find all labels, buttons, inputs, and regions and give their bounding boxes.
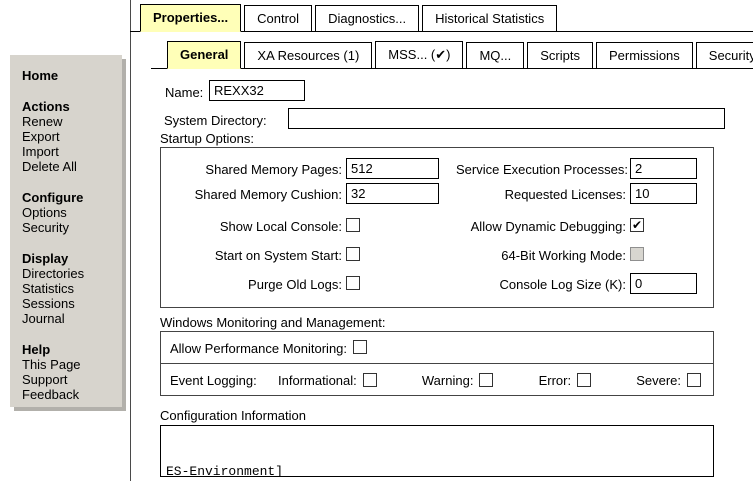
service-execution-processes-input[interactable]	[630, 158, 697, 179]
sidebar-item-statistics[interactable]: Statistics	[22, 281, 118, 296]
secondary-tab-strip: General XA Resources (1) MSS... (✔) MQ..…	[151, 41, 753, 69]
event-logging-warning: Warning:	[422, 373, 494, 388]
monitoring-group: Allow Performance Monitoring: Event Logg…	[160, 331, 714, 396]
sidebar-item-options[interactable]: Options	[22, 205, 118, 220]
shared-memory-pages-input[interactable]	[346, 158, 439, 179]
system-directory-input[interactable]	[288, 108, 725, 129]
tab-diagnostics[interactable]: Diagnostics...	[315, 5, 419, 31]
allow-dynamic-debugging-label: Allow Dynamic Debugging:	[456, 219, 626, 234]
sidebar-item-support[interactable]: Support	[22, 372, 118, 387]
shared-memory-cushion-label: Shared Memory Cushion:	[161, 187, 342, 202]
event-logging-label: Event Logging:	[170, 373, 257, 388]
config-line-1: ES-Environment]	[166, 463, 708, 477]
configuration-information-title: Configuration Information	[160, 408, 306, 423]
sidebar-header-configure: Configure	[22, 190, 118, 205]
startup-options-group: Shared Memory Pages: Service Execution P…	[160, 147, 714, 308]
sidebar-item-delete-all[interactable]: Delete All	[22, 159, 118, 174]
startup-options-title: Startup Options:	[160, 131, 254, 146]
tab-properties[interactable]: Properties...	[140, 4, 241, 32]
tab-historical-statistics[interactable]: Historical Statistics	[422, 5, 557, 31]
tab-scripts[interactable]: Scripts	[527, 42, 593, 68]
service-execution-processes-label: Service Execution Processes:	[456, 162, 626, 177]
sidebar-item-security[interactable]: Security	[22, 220, 118, 235]
event-logging-informational: Informational:	[278, 373, 377, 388]
show-local-console-label: Show Local Console:	[161, 219, 342, 234]
severe-checkbox[interactable]	[687, 373, 701, 387]
tab-security[interactable]: Security	[696, 42, 753, 68]
sidebar: Home Actions Renew Export Import Delete …	[10, 55, 122, 407]
sidebar-item-renew[interactable]: Renew	[22, 114, 118, 129]
requested-licenses-input[interactable]	[630, 183, 697, 204]
sidebar-item-directories[interactable]: Directories	[22, 266, 118, 281]
name-label: Name:	[165, 85, 203, 100]
start-on-system-start-checkbox[interactable]	[346, 247, 360, 261]
sidebar-item-export[interactable]: Export	[22, 129, 118, 144]
monitoring-row-divider	[161, 363, 713, 364]
allow-performance-monitoring-label: Allow Performance Monitoring:	[170, 341, 347, 356]
system-directory-label: System Directory:	[164, 113, 267, 128]
monitoring-title: Windows Monitoring and Management:	[160, 315, 385, 330]
console-log-size-input[interactable]	[630, 273, 697, 294]
tab-mss[interactable]: MSS... (✔)	[375, 41, 463, 68]
warning-label: Warning:	[422, 373, 474, 388]
sidebar-item-journal[interactable]: Journal	[22, 311, 118, 326]
error-label: Error:	[539, 373, 572, 388]
requested-licenses-label: Requested Licenses:	[456, 187, 626, 202]
primary-tab-strip: Properties... Control Diagnostics... His…	[130, 4, 753, 32]
sidebar-item-import[interactable]: Import	[22, 144, 118, 159]
content-left-border	[130, 0, 131, 481]
tab-mq[interactable]: MQ...	[466, 42, 524, 68]
64-bit-working-mode-checkbox	[630, 247, 644, 261]
severe-label: Severe:	[636, 373, 681, 388]
tab-permissions[interactable]: Permissions	[596, 42, 693, 68]
configuration-information-textarea[interactable]: ES-Environment] MFTRACE_CONFIG=C:\Users\…	[160, 425, 714, 477]
warning-checkbox[interactable]	[479, 373, 493, 387]
shared-memory-pages-label: Shared Memory Pages:	[161, 162, 342, 177]
allow-dynamic-debugging-checkbox[interactable]: ✔	[630, 218, 644, 232]
start-on-system-start-label: Start on System Start:	[161, 248, 342, 263]
informational-label: Informational:	[278, 373, 357, 388]
purge-old-logs-checkbox[interactable]	[346, 276, 360, 290]
sidebar-header-help: Help	[22, 342, 118, 357]
sidebar-header-actions: Actions	[22, 99, 118, 114]
event-logging-error: Error:	[539, 373, 592, 388]
allow-performance-monitoring-checkbox[interactable]	[353, 340, 367, 354]
name-input[interactable]	[209, 80, 305, 101]
informational-checkbox[interactable]	[363, 373, 377, 387]
shared-memory-cushion-input[interactable]	[346, 183, 439, 204]
sidebar-item-feedback[interactable]: Feedback	[22, 387, 118, 402]
tab-general[interactable]: General	[167, 41, 241, 69]
error-checkbox[interactable]	[577, 373, 591, 387]
tab-xa-resources[interactable]: XA Resources (1)	[244, 42, 372, 68]
sidebar-header-display: Display	[22, 251, 118, 266]
tab-control[interactable]: Control	[244, 5, 312, 31]
sidebar-item-this-page[interactable]: This Page	[22, 357, 118, 372]
purge-old-logs-label: Purge Old Logs:	[161, 277, 342, 292]
event-logging-options: Informational: Warning: Error: Severe:	[278, 370, 701, 390]
64-bit-working-mode-label: 64-Bit Working Mode:	[456, 248, 626, 263]
sidebar-item-home[interactable]: Home	[22, 68, 118, 83]
show-local-console-checkbox[interactable]	[346, 218, 360, 232]
event-logging-severe: Severe:	[636, 373, 701, 388]
console-log-size-label: Console Log Size (K):	[456, 277, 626, 292]
sidebar-item-sessions[interactable]: Sessions	[22, 296, 118, 311]
